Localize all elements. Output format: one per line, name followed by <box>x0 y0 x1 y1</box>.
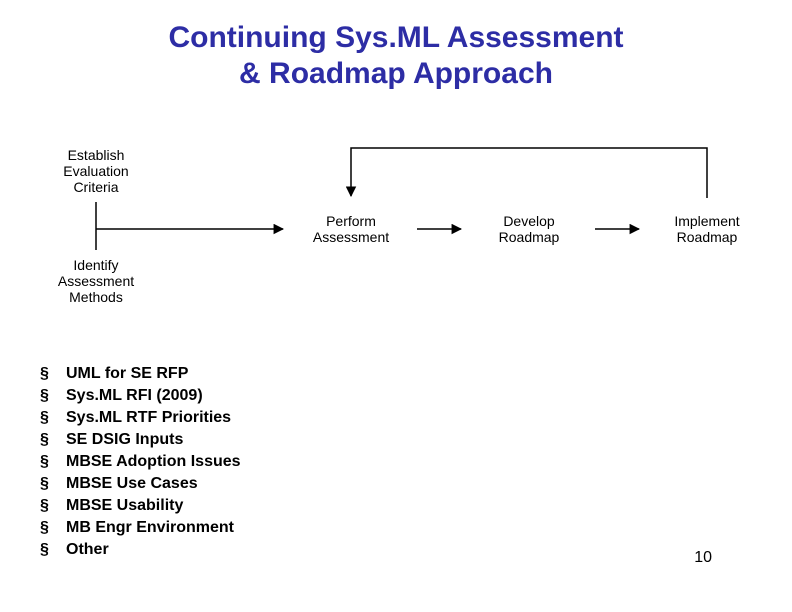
list-item: §Sys.ML RFI (2009) <box>40 387 241 405</box>
bullet-mark-icon: § <box>40 541 66 559</box>
bullet-text: MBSE Adoption Issues <box>66 453 241 471</box>
bullet-text: MB Engr Environment <box>66 519 234 537</box>
title-line-1: Continuing Sys.ML Assessment <box>168 21 623 54</box>
bullet-mark-icon: § <box>40 365 66 383</box>
title-line-2: & Roadmap Approach <box>239 57 553 90</box>
bullet-list: §UML for SE RFP §Sys.ML RFI (2009) §Sys.… <box>40 365 241 563</box>
list-item: §SE DSIG Inputs <box>40 431 241 449</box>
list-item: §MB Engr Environment <box>40 519 241 537</box>
bullet-text: MBSE Use Cases <box>66 475 198 493</box>
bullet-text: Other <box>66 541 109 559</box>
list-item: §UML for SE RFP <box>40 365 241 383</box>
bullet-text: MBSE Usability <box>66 497 183 515</box>
bullet-mark-icon: § <box>40 431 66 449</box>
list-item: §Sys.ML RTF Priorities <box>40 409 241 427</box>
bullet-mark-icon: § <box>40 497 66 515</box>
slide: Continuing Sys.ML Assessment & Roadmap A… <box>0 0 792 612</box>
connectors <box>30 130 770 340</box>
slide-title: Continuing Sys.ML Assessment & Roadmap A… <box>0 20 792 92</box>
bullet-text: Sys.ML RTF Priorities <box>66 409 231 427</box>
bullet-text: SE DSIG Inputs <box>66 431 183 449</box>
bullet-mark-icon: § <box>40 453 66 471</box>
process-diagram: Establish Evaluation Criteria Identify A… <box>30 130 770 340</box>
bullet-text: Sys.ML RFI (2009) <box>66 387 203 405</box>
bullet-mark-icon: § <box>40 519 66 537</box>
list-item: §MBSE Adoption Issues <box>40 453 241 471</box>
bullet-mark-icon: § <box>40 387 66 405</box>
list-item: §Other <box>40 541 241 559</box>
page-number: 10 <box>694 549 712 567</box>
bullet-mark-icon: § <box>40 409 66 427</box>
bullet-text: UML for SE RFP <box>66 365 188 383</box>
list-item: §MBSE Usability <box>40 497 241 515</box>
list-item: §MBSE Use Cases <box>40 475 241 493</box>
bullet-mark-icon: § <box>40 475 66 493</box>
